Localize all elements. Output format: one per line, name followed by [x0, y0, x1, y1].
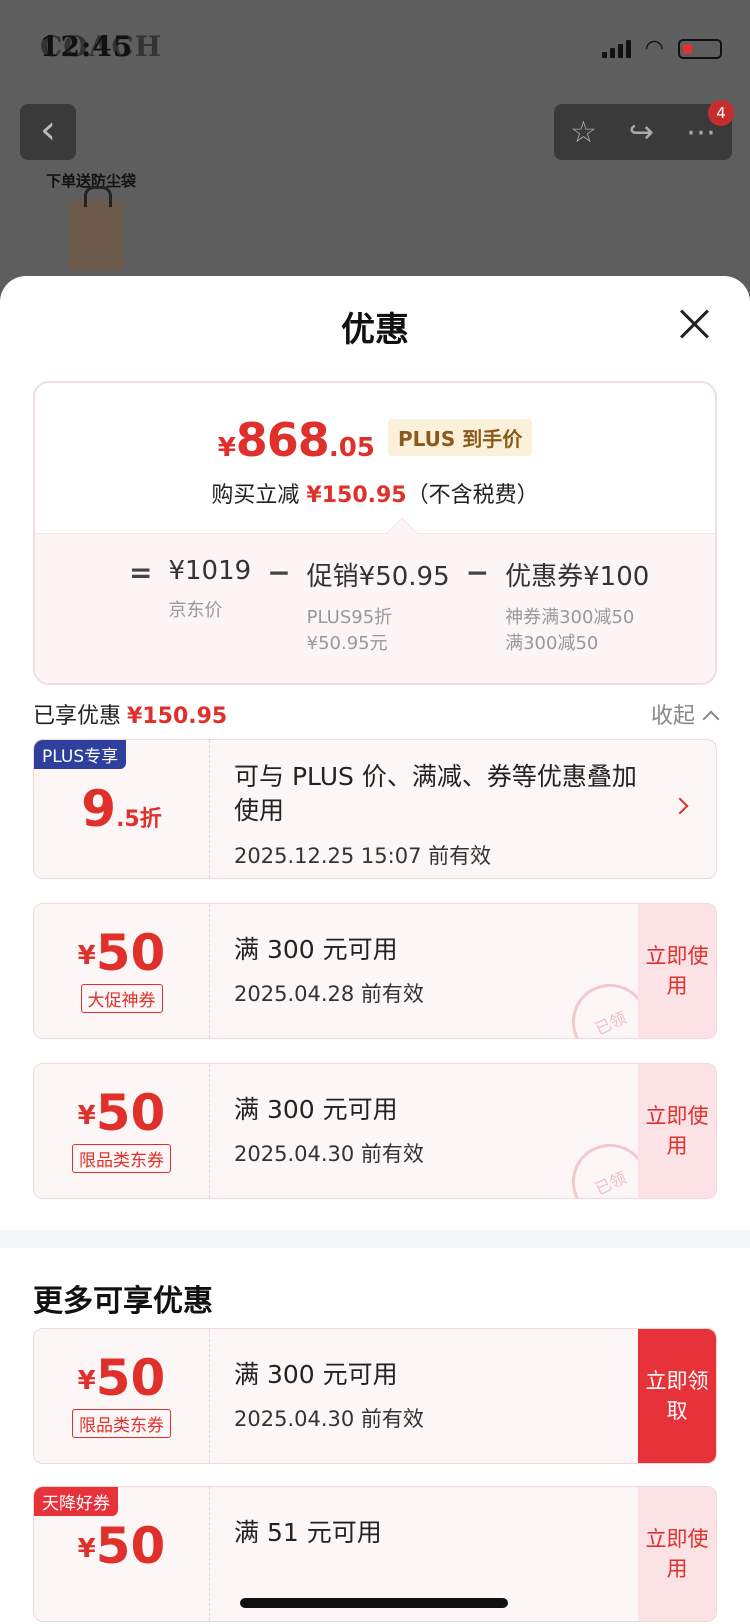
reduce-summary: 购买立减 ¥150.95（不含税费）: [211, 483, 539, 508]
use-now-button[interactable]: 立即使用: [638, 904, 716, 1038]
plus-price-tag: PLUS 到手价: [387, 419, 533, 456]
dust-bag-image: [70, 186, 122, 270]
share-icon[interactable]: ↪: [629, 115, 654, 150]
status-icons: ◠: [601, 36, 722, 61]
enjoyed-discount: 已享优惠 ¥150.95: [33, 704, 228, 729]
coupon-condition: 满 51 元可用: [234, 1518, 382, 1547]
coupon-card: ¥50 限品类东券 满 300 元可用 2025.04.30 前有效 立即领取: [33, 1328, 717, 1464]
top-actions: ☆ ↪ ⋯: [554, 104, 732, 160]
sheet-title: 优惠: [341, 310, 409, 350]
back-button[interactable]: ‹: [20, 104, 76, 160]
price-formula: = ¥1019 京东价 − 促销¥50.95 PLUS95折 ¥50.95元 − …: [129, 556, 695, 657]
collapse-toggle[interactable]: 收起: [651, 698, 720, 730]
coupon-card: ¥50 大促神券 满 300 元可用 2025.04.28 前有效 已领 立即使…: [33, 903, 717, 1039]
coupon-col: 优惠券¥100 神券满300减50 满300减50: [505, 562, 650, 654]
favorite-star-icon[interactable]: ☆: [570, 115, 597, 150]
price-formula-area: = ¥1019 京东价 − 促销¥50.95 PLUS95折 ¥50.95元 − …: [35, 517, 715, 683]
chevron-right-icon: [671, 797, 689, 815]
home-indicator[interactable]: [240, 1598, 508, 1608]
more-discounts-title: 更多可享优惠: [33, 1284, 213, 1319]
discount-sheet: 优惠 ¥868.05 PLUS 到手价 购买立减 ¥150.95（不含税费） =…: [0, 276, 750, 1624]
plus-discount-coupon[interactable]: PLUS专享 9.5折 可与 PLUS 价、满减、券等优惠叠加使用 2025.1…: [33, 739, 717, 879]
coupon-card: ¥50 限品类东券 满 300 元可用 2025.04.30 前有效 已领 立即…: [33, 1063, 717, 1199]
final-price: ¥868.05: [217, 413, 375, 467]
promo-col: 促销¥50.95 PLUS95折 ¥50.95元: [306, 562, 450, 654]
coupon-type-tag: 限品类东券: [72, 1409, 171, 1438]
price-breakdown-card: ¥868.05 PLUS 到手价 购买立减 ¥150.95（不含税费） = ¥1…: [33, 381, 717, 685]
use-now-button[interactable]: 立即使用: [638, 1064, 716, 1198]
minus-sign: −: [267, 556, 291, 589]
status-time: 12:45: [40, 30, 134, 63]
product-page-background: COACH 12:45 ◠ ‹ 下单送防尘袋 ☆ ↪ ⋯ 4: [0, 0, 750, 300]
minus-sign: −: [465, 556, 490, 589]
coupon-condition: 满 300 元可用: [234, 935, 398, 964]
battery-icon: [678, 38, 722, 59]
section-divider: [0, 1230, 750, 1248]
equals-sign: =: [129, 556, 153, 589]
coupon-date: 2025.12.25 15:07 前有效: [234, 844, 492, 868]
jd-price-col: ¥1019 京东价: [168, 556, 252, 621]
coupon-date: 2025.04.30 前有效: [234, 1407, 424, 1431]
coupon-type-tag: 大促神券: [80, 984, 163, 1013]
message-badge: 4: [708, 100, 734, 126]
claim-now-button[interactable]: 立即领取: [638, 1329, 716, 1463]
coupon-condition: 满 300 元可用: [234, 1360, 398, 1389]
use-now-button[interactable]: 立即使用: [638, 1487, 716, 1621]
coupon-type-tag: 限品类东券: [72, 1144, 171, 1173]
signal-icon: [601, 39, 631, 58]
wifi-icon: ◠: [644, 36, 664, 61]
coupon-condition: 满 300 元可用: [234, 1095, 398, 1124]
chevron-up-icon: [702, 710, 720, 728]
close-icon[interactable]: [678, 308, 710, 340]
coupon-desc: 可与 PLUS 价、满减、券等优惠叠加使用: [234, 762, 637, 825]
